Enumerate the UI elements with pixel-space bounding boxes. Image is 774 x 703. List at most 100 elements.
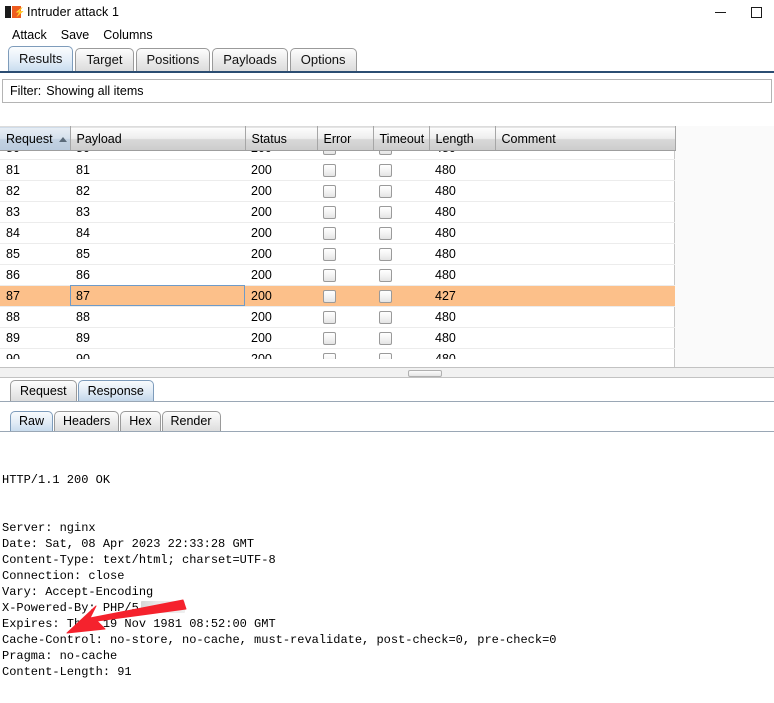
cell-timeout[interactable]	[373, 348, 429, 359]
cell-length[interactable]: 480	[429, 159, 495, 181]
cell-request[interactable]: 90	[0, 348, 70, 359]
cell-status[interactable]: 200	[245, 159, 317, 181]
column-header-comment[interactable]: Comment	[495, 126, 676, 151]
error-checkbox[interactable]	[323, 331, 336, 345]
response-raw-pane[interactable]: HTTP/1.1 200 OK Server: nginx Date: Sat, …	[0, 434, 774, 703]
cell-timeout[interactable]	[373, 201, 429, 223]
cell-payload[interactable]: 80	[70, 151, 245, 160]
error-checkbox[interactable]	[323, 226, 336, 240]
timeout-checkbox[interactable]	[379, 226, 392, 240]
column-header-request[interactable]: Request	[0, 126, 71, 151]
cell-request[interactable]: 81	[0, 159, 70, 181]
cell-comment[interactable]	[495, 264, 675, 286]
cell-length[interactable]: 480	[429, 222, 495, 244]
cell-timeout[interactable]	[373, 243, 429, 265]
tab-raw[interactable]: Raw	[10, 411, 54, 431]
table-row[interactable]: 81 81 200 480	[0, 159, 675, 181]
error-checkbox[interactable]	[323, 205, 336, 219]
cell-error[interactable]	[317, 285, 373, 307]
table-row[interactable]: 87 87 200 427	[0, 285, 675, 307]
cell-timeout[interactable]	[373, 306, 429, 328]
cell-status[interactable]: 200	[245, 285, 317, 307]
table-row[interactable]: 84 84 200 480	[0, 222, 675, 244]
cell-length[interactable]: 480	[429, 264, 495, 286]
table-row[interactable]: 85 85 200 480	[0, 243, 675, 265]
error-checkbox[interactable]	[323, 151, 336, 156]
cell-timeout[interactable]	[373, 159, 429, 181]
cell-request[interactable]: 89	[0, 327, 70, 349]
timeout-checkbox[interactable]	[379, 352, 392, 359]
tab-target[interactable]: Target	[75, 48, 134, 71]
cell-timeout[interactable]	[373, 222, 429, 244]
cell-request[interactable]: 83	[0, 201, 70, 223]
tab-request[interactable]: Request	[10, 380, 77, 401]
cell-comment[interactable]	[495, 180, 675, 202]
cell-payload[interactable]: 81	[70, 159, 245, 181]
error-checkbox[interactable]	[323, 184, 336, 198]
cell-length[interactable]: 480	[429, 243, 495, 265]
tab-positions[interactable]: Positions	[135, 48, 211, 71]
cell-error[interactable]	[317, 306, 373, 328]
tab-headers[interactable]: Headers	[54, 411, 120, 431]
table-row[interactable]: 89 89 200 480	[0, 327, 675, 349]
cell-status[interactable]: 200	[245, 243, 317, 265]
cell-status[interactable]: 200	[245, 201, 317, 223]
cell-status[interactable]: 200	[245, 264, 317, 286]
timeout-checkbox[interactable]	[379, 247, 392, 261]
cell-length[interactable]: 480	[429, 180, 495, 202]
timeout-checkbox[interactable]	[379, 184, 392, 198]
cell-status[interactable]: 200	[245, 180, 317, 202]
cell-comment[interactable]	[495, 327, 675, 349]
cell-request[interactable]: 80	[0, 151, 70, 160]
cell-status[interactable]: 200	[245, 222, 317, 244]
cell-error[interactable]	[317, 222, 373, 244]
cell-error[interactable]	[317, 180, 373, 202]
cell-request[interactable]: 85	[0, 243, 70, 265]
column-header-status[interactable]: Status	[245, 126, 318, 151]
cell-timeout[interactable]	[373, 264, 429, 286]
tab-results[interactable]: Results	[8, 46, 74, 71]
filter-bar[interactable]: Filter: Showing all items	[2, 79, 772, 103]
table-row[interactable]: 82 82 200 480	[0, 180, 675, 202]
timeout-checkbox[interactable]	[379, 289, 392, 303]
column-header-payload[interactable]: Payload	[70, 126, 246, 151]
cell-comment[interactable]	[495, 306, 675, 328]
menu-attack[interactable]: Attack	[6, 26, 53, 44]
cell-status[interactable]: 200	[245, 348, 317, 359]
cell-error[interactable]	[317, 159, 373, 181]
cell-comment[interactable]	[495, 201, 675, 223]
cell-comment[interactable]	[495, 243, 675, 265]
cell-error[interactable]	[317, 327, 373, 349]
splitter-grip[interactable]	[408, 370, 442, 377]
cell-comment[interactable]	[495, 151, 675, 160]
cell-request[interactable]: 87	[0, 285, 70, 307]
cell-comment[interactable]	[495, 285, 675, 307]
cell-length[interactable]: 480	[429, 306, 495, 328]
cell-payload[interactable]: 82	[70, 180, 245, 202]
cell-error[interactable]	[317, 264, 373, 286]
cell-status[interactable]: 200	[245, 151, 317, 160]
timeout-checkbox[interactable]	[379, 268, 392, 282]
cell-payload[interactable]: 88	[70, 306, 245, 328]
column-header-timeout[interactable]: Timeout	[373, 126, 430, 151]
cell-length[interactable]: 480	[429, 151, 495, 160]
cell-comment[interactable]	[495, 222, 675, 244]
cell-payload[interactable]: 83	[70, 201, 245, 223]
cell-request[interactable]: 84	[0, 222, 70, 244]
table-row[interactable]: 83 83 200 480	[0, 201, 675, 223]
timeout-checkbox[interactable]	[379, 151, 392, 156]
cell-comment[interactable]	[495, 159, 675, 181]
table-row[interactable]: 8080200480	[0, 151, 675, 160]
timeout-checkbox[interactable]	[379, 310, 392, 324]
cell-request[interactable]: 82	[0, 180, 70, 202]
error-checkbox[interactable]	[323, 163, 336, 177]
cell-timeout[interactable]	[373, 327, 429, 349]
column-header-error[interactable]: Error	[317, 126, 374, 151]
tab-hex[interactable]: Hex	[120, 411, 161, 431]
cell-status[interactable]: 200	[245, 306, 317, 328]
cell-timeout[interactable]	[373, 180, 429, 202]
menu-save[interactable]: Save	[55, 26, 96, 44]
tab-payloads[interactable]: Payloads	[212, 48, 288, 71]
timeout-checkbox[interactable]	[379, 331, 392, 345]
results-rows-viewport[interactable]: 8080200480818120048082822004808383200480…	[0, 151, 675, 359]
